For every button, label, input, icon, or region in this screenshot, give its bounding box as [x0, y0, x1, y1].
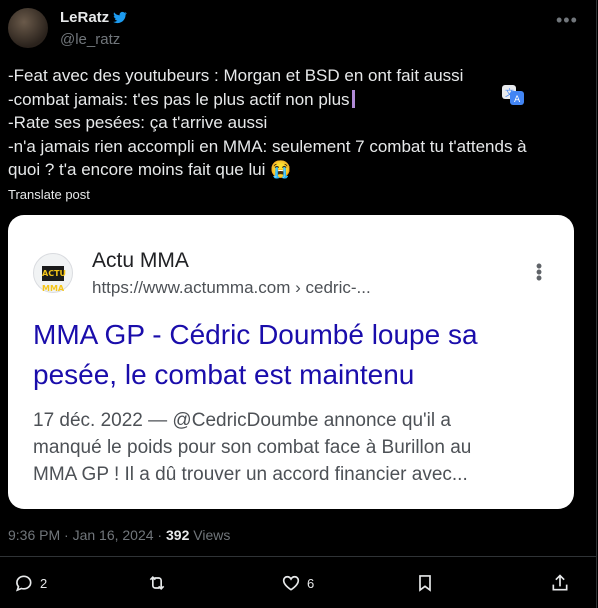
action-bar: 2 6: [0, 568, 597, 602]
author-name[interactable]: LeRatz: [60, 9, 109, 26]
site-logo: ACTU MMA: [33, 253, 73, 293]
post-text: -Feat avec des youtubeurs : Morgan et BS…: [8, 64, 548, 182]
bookmark-icon: [419, 575, 431, 592]
reply-icon: [15, 575, 32, 592]
heart-icon: [282, 575, 300, 591]
snippet-line: MMA GP ! Il a dû trouver un accord finan…: [33, 464, 468, 485]
text-cursor: [351, 89, 355, 108]
site-logo-text: ACTU MMA: [42, 266, 66, 293]
result-headline[interactable]: MMA GP - Cédric Doumbé loupe sa pesée, l…: [33, 315, 553, 395]
share-icon: [552, 574, 568, 591]
post-line: quoi ? t'a encore moins fait que lui 😭: [8, 160, 292, 179]
search-result-card[interactable]: ACTU MMA Actu MMA https://www.actumma.co…: [8, 215, 574, 509]
post-line: -Feat avec des youtubeurs : Morgan et BS…: [8, 66, 464, 85]
post-meta: 9:36 PM · Jan 16, 2024 · 392 Views: [8, 527, 230, 543]
views-count: 392: [166, 527, 190, 543]
like-count: 6: [307, 575, 315, 591]
result-snippet: 17 déc. 2022 — @CedricDoumbe annonce qu'…: [33, 407, 553, 488]
more-options-icon[interactable]: •••: [556, 10, 578, 31]
reply-button[interactable]: 2: [14, 573, 47, 593]
share-button[interactable]: [550, 573, 570, 593]
kebab-menu-icon[interactable]: • • •: [534, 257, 544, 287]
divider: [0, 556, 597, 557]
translate-post-link[interactable]: Translate post: [8, 187, 90, 202]
repost-button[interactable]: [147, 573, 167, 593]
snippet-line: manqué le poids pour son combat face à B…: [33, 437, 472, 458]
like-button[interactable]: 6: [281, 573, 314, 593]
site-url[interactable]: https://www.actumma.com › cedric-...: [92, 278, 371, 298]
reply-count: 2: [40, 575, 48, 591]
bookmark-button[interactable]: [415, 573, 435, 593]
post-line: -combat jamais: t'es pas le plus actif n…: [8, 88, 548, 112]
svg-text:A: A: [514, 95, 521, 105]
meta-separator: ·: [153, 527, 166, 543]
snippet-line: 17 déc. 2022 — @CedricDoumbe annonce qu'…: [33, 410, 451, 431]
avatar[interactable]: [8, 8, 48, 48]
site-name: Actu MMA: [92, 249, 189, 272]
repost-icon: [149, 575, 165, 591]
verified-badge-icon: [113, 11, 127, 24]
translate-icon[interactable]: 文 A: [501, 84, 525, 106]
svg-text:文: 文: [505, 87, 514, 99]
post-line: -n'a jamais rien accompli en MMA: seulem…: [8, 136, 527, 156]
timestamp[interactable]: 9:36 PM · Jan 16, 2024: [8, 527, 154, 543]
post-line: -Rate ses pesées: ça t'arrive aussi: [8, 113, 268, 132]
author-handle[interactable]: @le_ratz: [60, 31, 120, 48]
views-label: Views: [189, 527, 231, 543]
